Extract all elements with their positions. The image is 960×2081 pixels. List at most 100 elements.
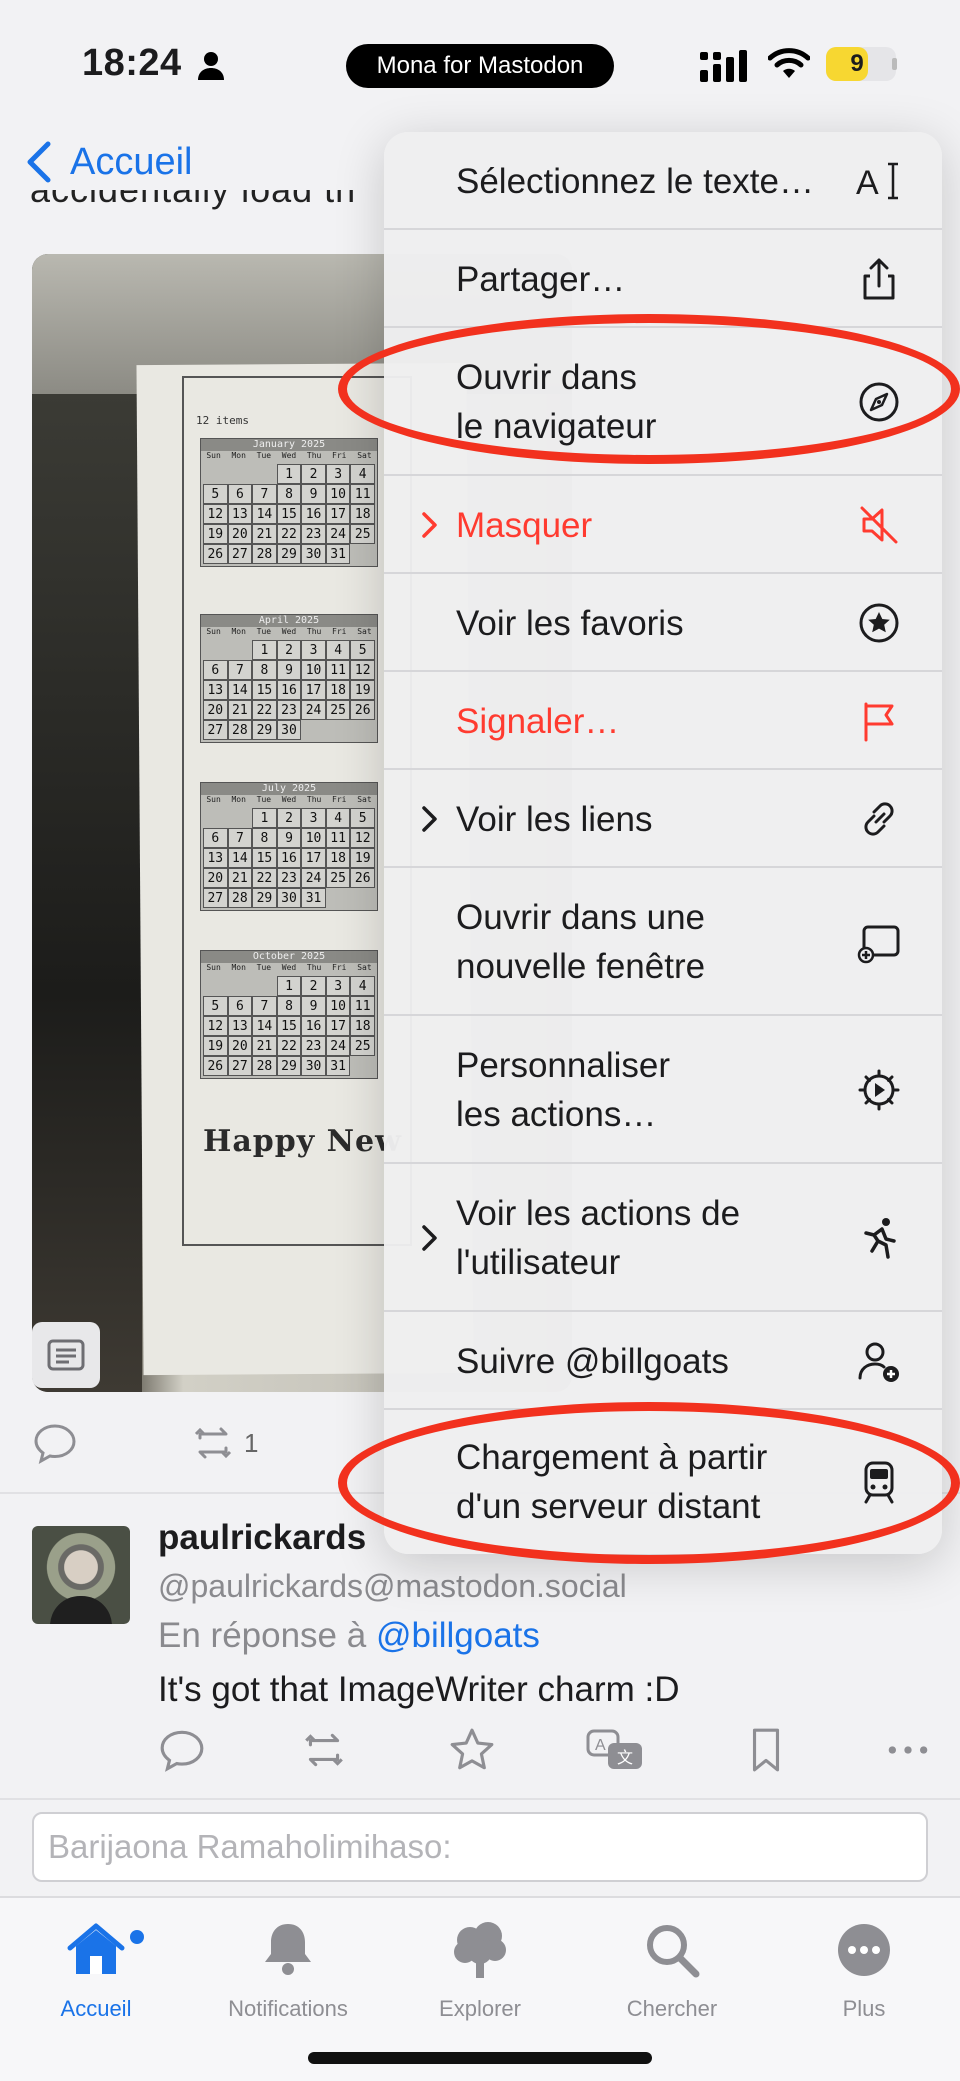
printed-calendar: April 2025 Sun Mon Tue Wed Thu Fri Sat 1 2 3 4 5 6 7 8 9… [200,614,378,743]
favourite-star-icon[interactable] [448,1726,496,1774]
mention-link[interactable]: @billgoats [376,1616,540,1655]
calendar-day-cell: 12 [350,660,375,680]
calendar-day-cell: 16 [301,1016,326,1036]
calendar-day-cell: 3 [301,640,326,660]
calendar-day-cell [326,720,351,740]
calendar-day-cell: 7 [227,828,253,848]
boost-icon[interactable] [190,1420,236,1466]
calendar-day-cell: 25 [325,700,351,720]
reply-compose-field[interactable]: Barijaona Ramaholimihaso: [32,1812,928,1882]
tab-explorer[interactable]: Explorer [390,1918,570,2022]
app-name-pill[interactable]: Mona for Mastodon [346,44,614,88]
calendar-day-cell: 19 [203,524,228,544]
boost-icon[interactable] [300,1726,348,1774]
translate-icon[interactable]: A文 [586,1726,646,1774]
calendar-weekday: Sun [206,627,221,636]
calendar-weekday: Sun [206,963,221,972]
calendar-weekday: Tue [256,451,272,460]
menu-item-4[interactable]: Masquer [384,476,942,574]
calendar-day-cell: 6 [227,996,253,1016]
menu-item-label-line: Ouvrir dans une [456,898,706,937]
more-icon[interactable] [884,1726,932,1774]
calendar-day-cell: 16 [276,680,302,700]
tab-accueil[interactable]: Accueil [6,1918,186,2022]
calendar-day-cell: 18 [350,504,375,524]
calendar-day-cell: 23 [276,700,302,720]
calendar-day-cell: 31 [325,1056,351,1076]
menu-item-label: Voir les actions de l'utilisateur [456,1189,740,1287]
chevron-left-icon [27,141,51,183]
calendar-day-cell: 19 [350,680,375,700]
calendar-day-cell: 21 [227,868,253,888]
calendar-weekday: Mon [231,963,246,972]
calendar-day-cell: 31 [301,888,326,908]
calendar-month: January 2025 [201,439,377,451]
alt-text-button[interactable] [32,1322,100,1388]
battery-indicator: 9 [826,47,896,81]
image-printer-side [32,394,142,1392]
tab-notifications[interactable]: Notifications [198,1918,378,2022]
menu-item-5[interactable]: Voir les favoris [384,574,942,672]
menu-item-6[interactable]: Signaler… [384,672,942,770]
menu-item-1[interactable]: Sélectionnez le texte… A [384,132,942,230]
calendar-day-cell [350,720,375,740]
calendar-day-cell [252,976,277,996]
menu-item-label: Signaler… [456,697,619,746]
reply-icon[interactable] [32,1420,78,1466]
reply-icon[interactable] [158,1726,206,1774]
calendar-day-cell: 29 [276,544,302,564]
svg-text:文: 文 [617,1749,633,1767]
tab-chercher[interactable]: Chercher [582,1918,762,2022]
menu-item-label-line: Personnaliser [456,1046,670,1085]
calendar-day-cell: 14 [252,1016,277,1036]
bookmark-icon[interactable] [742,1726,790,1774]
back-button[interactable]: Accueil [24,140,193,184]
menu-item-10[interactable]: Voir les actions de l'utilisateur [384,1164,942,1312]
calendar-day-cell: 25 [350,524,375,544]
calendar-day-cell: 21 [252,1036,277,1056]
calendar-day-cell [350,888,375,908]
calendar-day-cell: 2 [301,464,326,484]
menu-item-8[interactable]: Ouvrir dans une nouvelle fenêtre [384,868,942,1016]
calendar-weekday: Thu [306,627,322,636]
flag-icon [864,702,894,742]
menu-item-7[interactable]: Voir les liens [384,770,942,868]
unread-dot [130,1930,144,1944]
post-text-partial: accidentally load th [30,190,390,224]
calendar-weekday: Sat [357,627,372,636]
tab-plus[interactable]: Plus [774,1918,954,2022]
post-action-bar: 1 [32,1418,258,1468]
person-icon [198,52,224,80]
in-reply-prefix: En réponse à [158,1616,367,1655]
calendar-day-cell: 22 [252,700,277,720]
calendar-day-cell: 1 [252,808,277,828]
calendar-weekday: Mon [231,627,246,636]
menu-item-label: Sélectionnez le texte… [456,157,814,206]
avatar[interactable] [32,1526,130,1624]
calendar-day-cell: 6 [227,484,253,504]
calendar-weekday: Fri [332,795,347,804]
wifi-icon [768,48,810,78]
calendar-day-cell: 24 [301,700,326,720]
calendar-day-cell: 9 [276,828,302,848]
calendar-weekday: Tue [256,795,272,804]
calendar-day-cell: 30 [301,544,326,564]
menu-item-11[interactable]: Suivre @billgoats [384,1312,942,1410]
calendar-day-cell: 4 [325,808,351,828]
calendar-day-cell: 14 [227,848,253,868]
calendar-day-cell: 24 [325,1036,351,1056]
reply-author-name[interactable]: paulrickards [158,1518,366,1558]
calendar-day-cell: 10 [301,828,326,848]
tree-icon [454,1922,506,1978]
calendar-day-cell: 1 [276,464,302,484]
calendar-day-cell: 8 [276,996,302,1016]
tab-label: Plus [842,1996,886,2021]
calendar-day-cell: 17 [301,848,326,868]
calendar-day-cell [228,640,253,660]
calendar-day-cell: 14 [252,504,277,524]
calendar-day-cell: 12 [203,504,228,524]
calendar-day-cell: 15 [276,1016,302,1036]
calendar-weekday: Thu [306,795,322,804]
calendar-day-cell [203,464,228,484]
menu-item-9[interactable]: Personnaliser les actions… [384,1016,942,1164]
